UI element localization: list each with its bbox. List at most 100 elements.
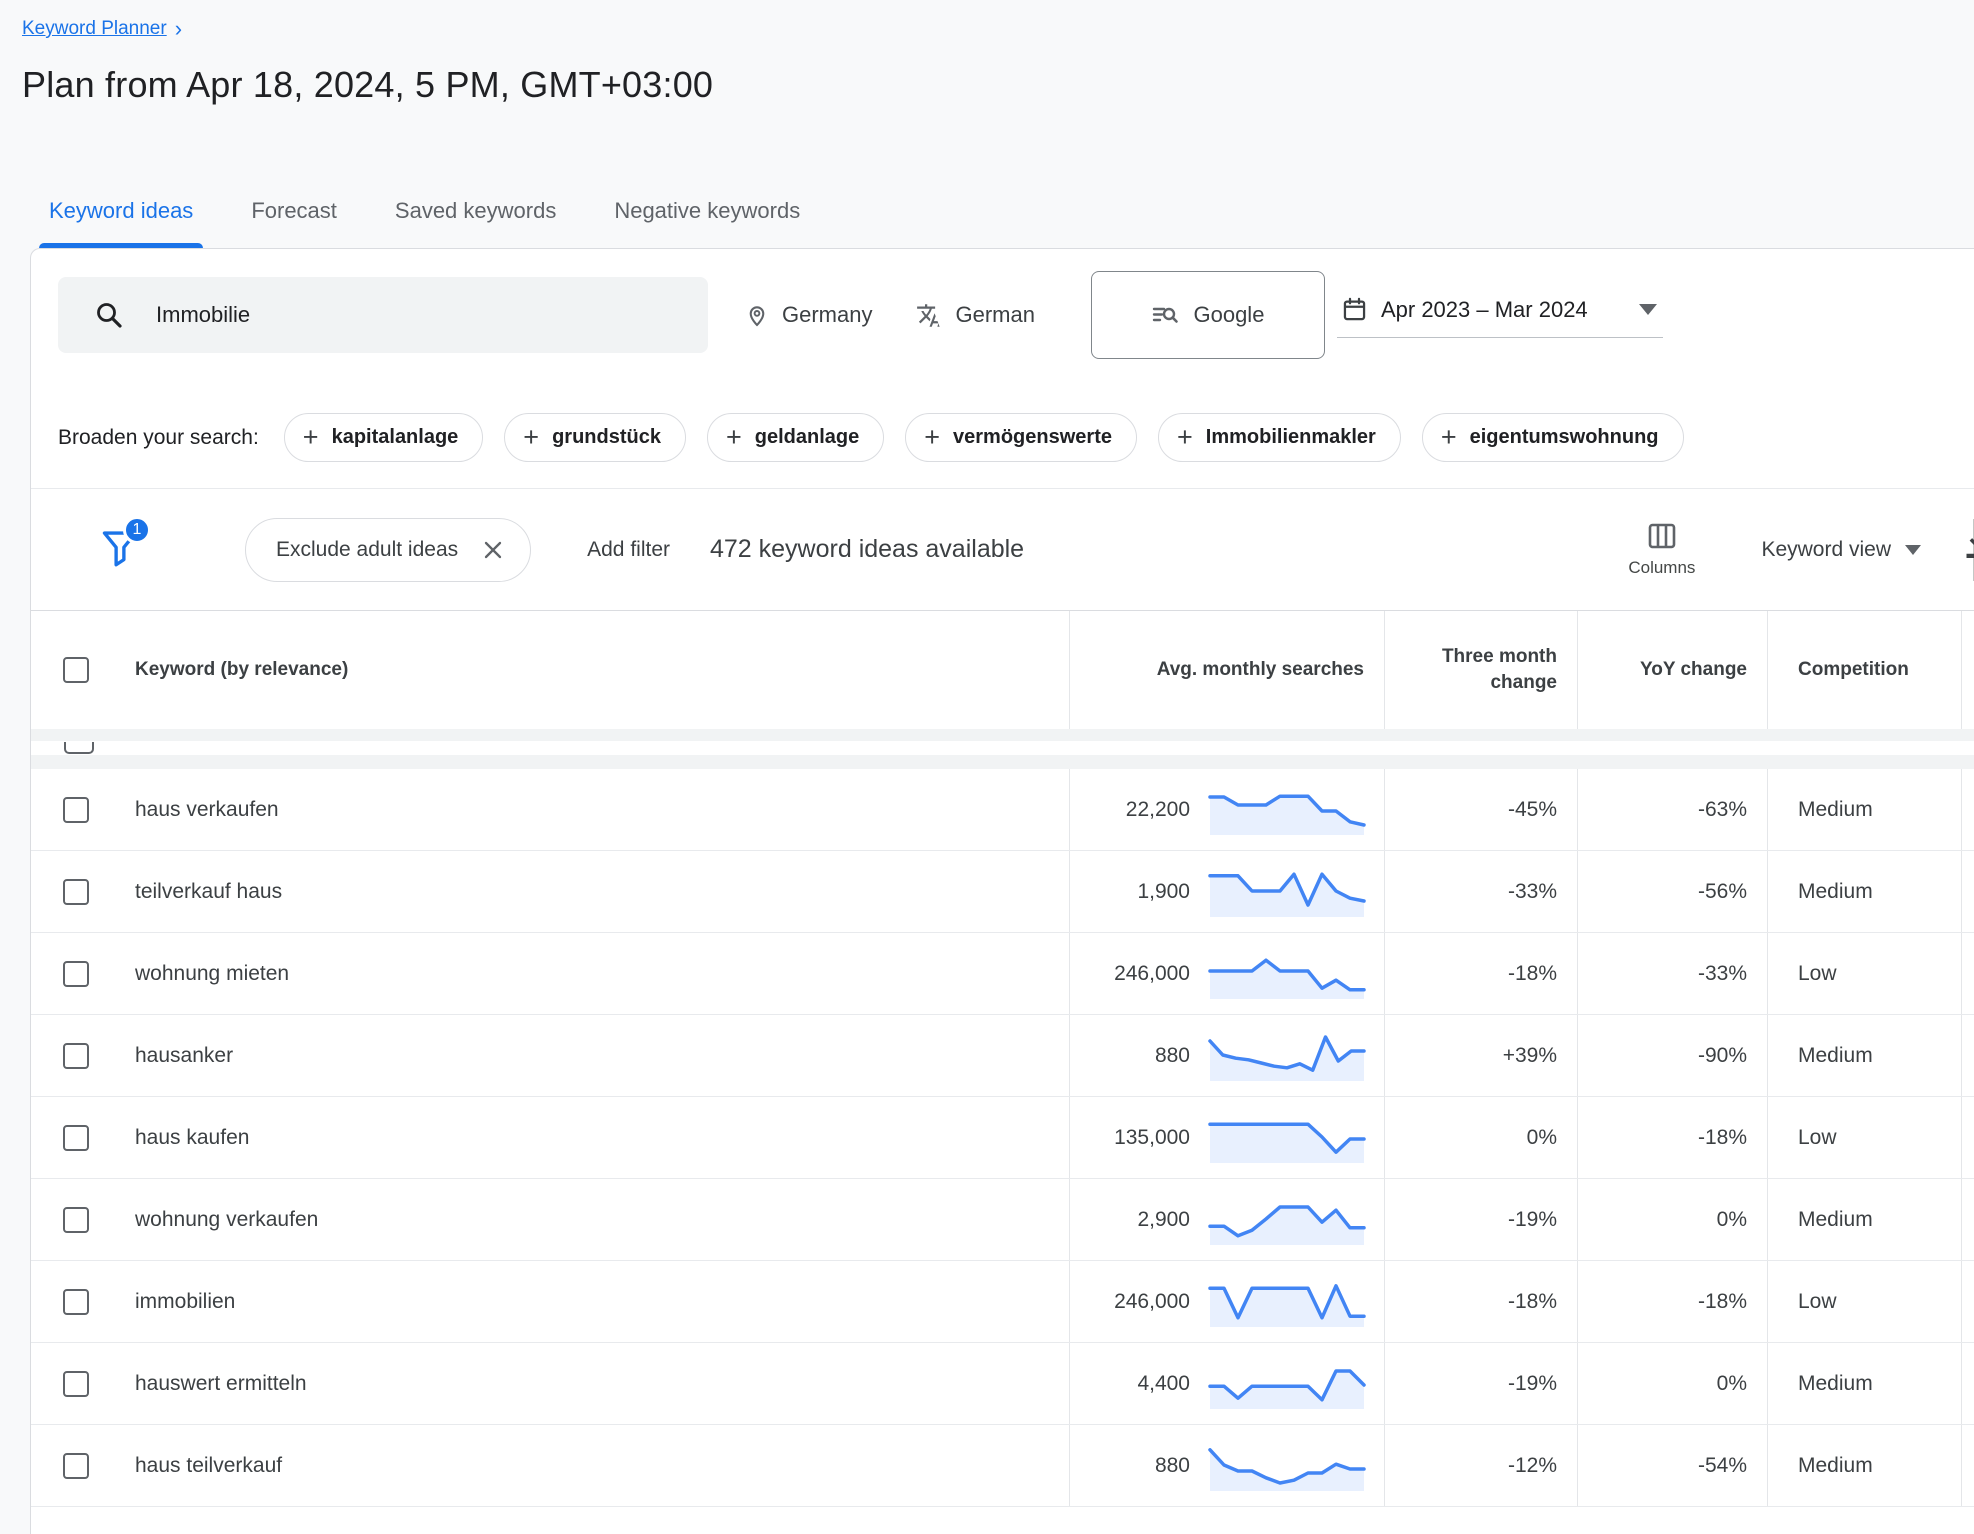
avg-monthly-searches-value: 246,000 [1114,1290,1190,1314]
avg-monthly-searches-value: 880 [1155,1044,1190,1068]
row-checkbox[interactable] [63,1043,89,1069]
broaden-chip[interactable]: + Immobilienmakler [1158,413,1401,462]
header-keyword: Keyword (by relevance) [135,659,348,681]
avg-monthly-searches-value: 4,400 [1137,1372,1190,1396]
avg-monthly-searches-value: 246,000 [1114,962,1190,986]
sparkline-chart [1206,867,1368,917]
search-input[interactable] [156,302,636,328]
row-checkbox[interactable] [63,961,89,987]
row-checkbox[interactable] [63,1207,89,1233]
yoy-change-value: -18% [1698,1290,1747,1314]
date-range-value: Apr 2023 – Mar 2024 [1381,297,1588,323]
download-icon[interactable] [1959,525,1974,565]
keyword-cell: wohnung mieten [135,962,289,986]
keyword-count-text: 472 keyword ideas available [710,535,1024,564]
row-checkbox[interactable] [63,1125,89,1151]
sparkline-chart [1206,949,1368,999]
broaden-chip-label: Immobilienmakler [1206,426,1376,449]
select-all-checkbox[interactable] [63,657,89,683]
broaden-chip[interactable]: + geldanlage [707,413,884,462]
tab-forecast[interactable]: Forecast [249,198,339,248]
yoy-change-value: -54% [1698,1454,1747,1478]
filter-button[interactable]: 1 [99,524,145,576]
scrolled-row-remnant [31,729,1974,769]
three-month-change-value: -19% [1508,1208,1557,1232]
table-header-row: Keyword (by relevance) Avg. monthly sear… [31,611,1974,729]
sparkline-chart [1206,1359,1368,1409]
search-icon [94,300,124,330]
broaden-chip[interactable]: + vermögenswerte [905,413,1137,462]
network-selector[interactable]: Google [1091,271,1325,359]
keyword-search-box[interactable] [58,277,708,353]
tab-negative-keywords[interactable]: Negative keywords [612,198,802,248]
language-selector[interactable]: German [916,302,1034,329]
table-row: haus verkaufen 22,200 -45% -63% Medium [31,769,1974,851]
broaden-chip[interactable]: + kapitalanlage [284,413,484,462]
table-row: haus teilverkauf 880 -12% -54% Medium [31,1425,1974,1507]
table-row: wohnung mieten 246,000 -18% -33% Low [31,933,1974,1015]
network-value: Google [1193,302,1264,328]
row-checkbox[interactable] [63,1453,89,1479]
row-checkbox[interactable] [63,797,89,823]
tab-keyword-ideas[interactable]: Keyword ideas [47,198,195,248]
competition-value: Medium [1798,880,1873,904]
sparkline-chart [1206,1195,1368,1245]
keyword-cell: haus teilverkauf [135,1454,282,1478]
table-row: haus kaufen 135,000 0% -18% Low [31,1097,1974,1179]
row-spacer [1961,769,1974,850]
header-yoy-change[interactable]: YoY change [1577,611,1767,729]
table-body: haus verkaufen 22,200 -45% -63% Medium t… [31,769,1974,1507]
row-checkbox[interactable] [63,879,89,905]
exclude-adult-ideas-chip[interactable]: Exclude adult ideas [245,518,531,582]
header-competition[interactable]: Competition [1767,611,1961,729]
tab-bar: Keyword ideas Forecast Saved keywords Ne… [47,198,802,248]
competition-value: Low [1798,1126,1837,1150]
sparkline-chart [1206,785,1368,835]
breadcrumb-link[interactable]: Keyword Planner [22,18,167,40]
columns-button[interactable]: Columns [1628,521,1695,578]
columns-label: Columns [1628,558,1695,578]
tab-saved-keywords[interactable]: Saved keywords [393,198,558,248]
avg-monthly-searches-value: 135,000 [1114,1126,1190,1150]
language-value: German [955,302,1034,328]
broaden-chip[interactable]: + eigentumswohnung [1422,413,1684,462]
keyword-cell: hauswert ermitteln [135,1372,307,1396]
table-row: immobilien 246,000 -18% -18% Low [31,1261,1974,1343]
header-avg-monthly-searches[interactable]: Avg. monthly searches [1069,611,1384,729]
keyword-view-dropdown[interactable]: Keyword view [1761,538,1921,562]
three-month-change-value: -45% [1508,798,1557,822]
broaden-label: Broaden your search: [58,426,259,450]
location-selector[interactable]: Germany [744,302,872,328]
search-network-icon [1151,301,1179,329]
three-month-change-value: -33% [1508,880,1557,904]
close-icon[interactable] [482,539,504,561]
plus-icon: + [924,424,940,451]
competition-value: Medium [1798,798,1873,822]
header-three-month-change[interactable]: Three month change [1384,611,1577,729]
three-month-change-value: 0% [1527,1126,1557,1150]
table-row: hausanker 880 +39% -90% Medium [31,1015,1974,1097]
row-spacer [1961,1261,1974,1342]
add-filter-button[interactable]: Add filter [587,538,670,562]
broaden-search-row: Broaden your search: + kapitalanlage + g… [31,413,1974,462]
avg-monthly-searches-value: 1,900 [1137,880,1190,904]
translate-icon [916,302,943,329]
competition-value: Medium [1798,1208,1873,1232]
table-row: teilverkauf haus 1,900 -33% -56% Medium [31,851,1974,933]
keyword-cell: immobilien [135,1290,235,1314]
broaden-chip[interactable]: + grundstück [504,413,686,462]
location-value: Germany [782,302,872,328]
broaden-chip-label: geldanlage [755,426,859,449]
plus-icon: + [1441,424,1457,451]
row-checkbox[interactable] [63,1371,89,1397]
keyword-view-caret-icon [1905,545,1921,555]
three-month-change-value: -18% [1508,962,1557,986]
row-spacer [1961,851,1974,932]
row-checkbox[interactable] [63,1289,89,1315]
keyword-view-label: Keyword view [1761,538,1891,562]
three-month-change-value: -19% [1508,1372,1557,1396]
date-range-selector[interactable]: Apr 2023 – Mar 2024 [1337,292,1663,338]
broaden-chip-label: grundstück [552,426,661,449]
calendar-icon [1341,296,1368,323]
competition-value: Medium [1798,1454,1873,1478]
